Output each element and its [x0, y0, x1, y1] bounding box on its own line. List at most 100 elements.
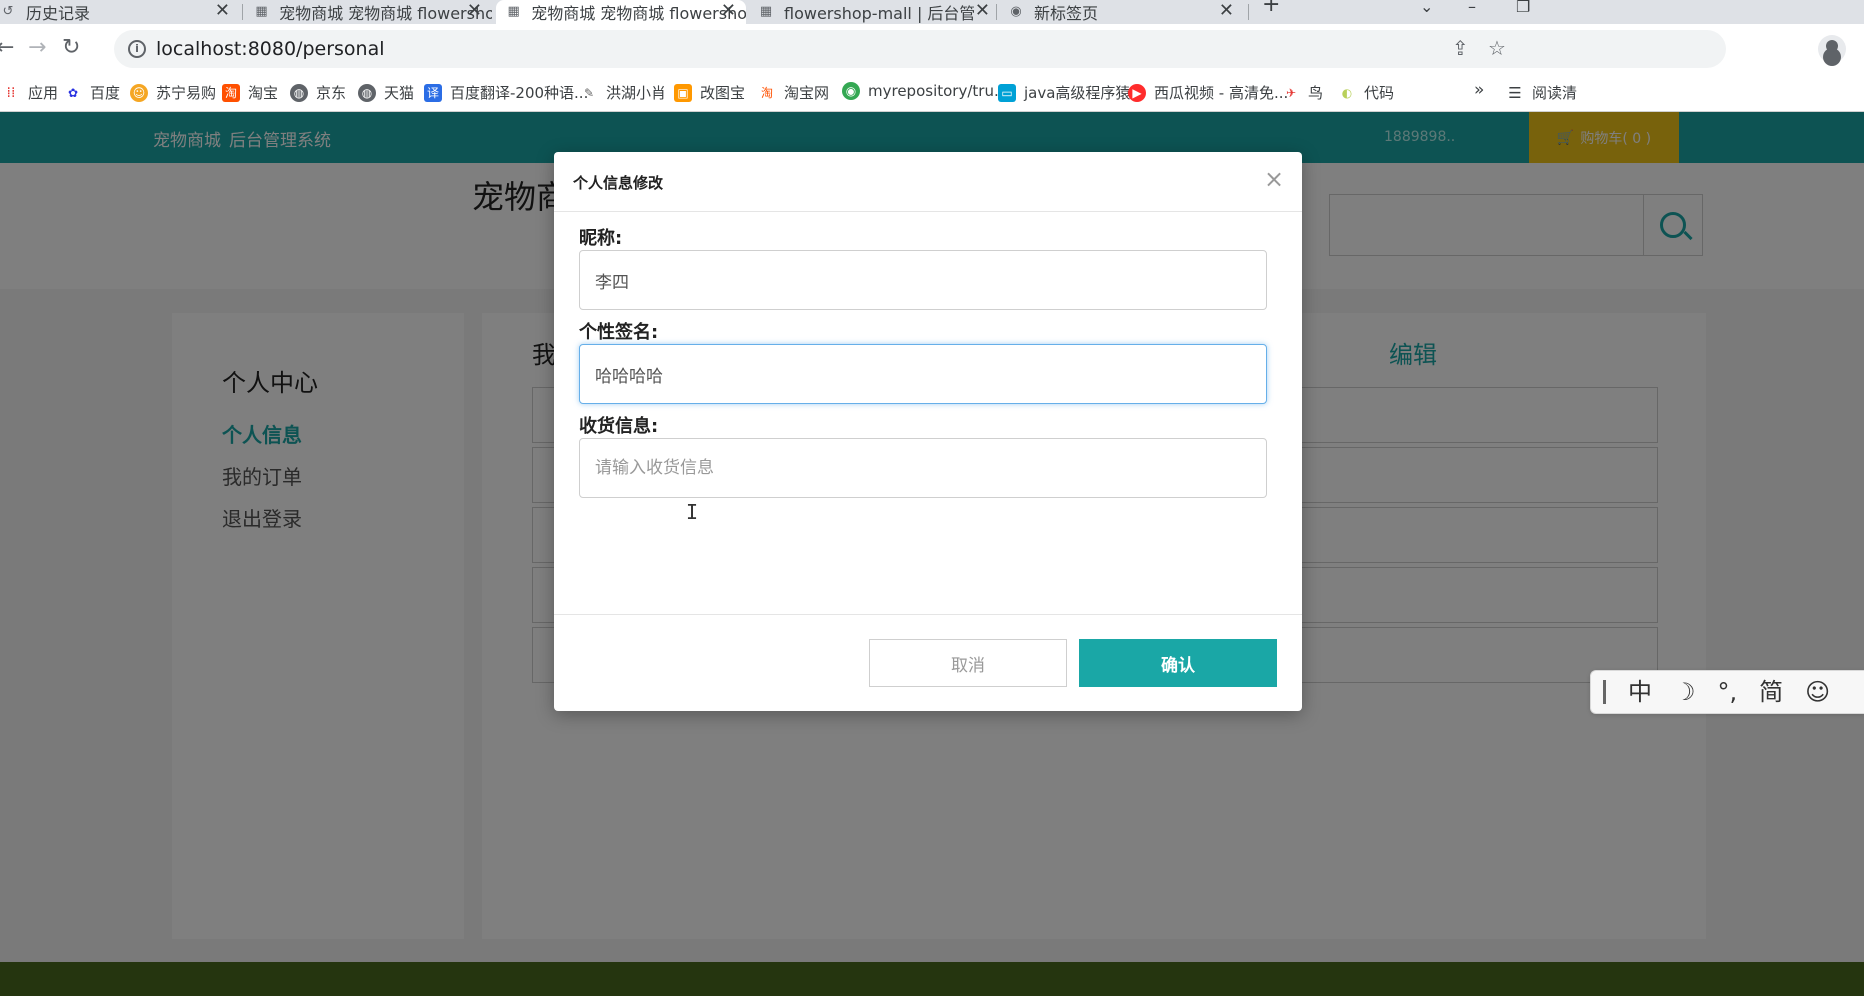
close-icon[interactable]: ×	[1264, 166, 1284, 192]
bookmark-suning[interactable]: ☺ 苏宁易购	[130, 82, 216, 103]
bookmark-taobao-net[interactable]: 淘 淘宝网	[758, 82, 829, 103]
tab-admin[interactable]: ▦ flowershop-mall | 后台管理系统 ✕	[748, 0, 992, 24]
nickname-input[interactable]	[579, 250, 1267, 310]
ime-drag-handle[interactable]	[1603, 680, 1606, 704]
ime-punctuation-icon[interactable]: °,	[1718, 678, 1738, 706]
ime-emoji-icon[interactable]: ☺	[1805, 678, 1830, 706]
bookmark-xigua[interactable]: ▶ 西瓜视频 - 高清免...	[1128, 82, 1288, 103]
forward-icon[interactable]: →	[28, 36, 46, 60]
dialog-title: 个人信息修改	[573, 174, 664, 192]
feather-icon: ✎	[583, 85, 595, 100]
signature-label: 个性签名:	[579, 322, 659, 343]
cancel-button[interactable]: 取消	[869, 639, 1067, 687]
gaitubao-icon: ▣	[674, 83, 692, 102]
edit-profile-dialog: 个人信息修改 × 昵称: 个性签名: 收货信息: 取消 确认	[554, 152, 1302, 711]
confirm-button[interactable]: 确认	[1079, 639, 1277, 687]
reload-icon[interactable]: ↻	[62, 36, 80, 60]
tab-petshop-active[interactable]: ▦ 宠物商城 宠物商城 flowershop ✕	[496, 0, 746, 24]
tab-label: 历史记录	[26, 4, 91, 23]
bookmark-apps[interactable]: ⁞⁞ 应用	[2, 82, 58, 103]
tab-close-icon[interactable]: ✕	[975, 0, 990, 22]
bookmark-gaitubao[interactable]: ▣ 改图宝	[674, 82, 745, 103]
taobao-icon: 淘	[760, 85, 773, 100]
shipping-info-input[interactable]	[579, 438, 1267, 498]
bookmark-label: 百度翻译-200种语...	[450, 84, 589, 102]
ime-toolbar: 中 ☽ °, 简 ☺	[1590, 670, 1864, 714]
bookmark-myrepository[interactable]: ◉ myrepository/tru...	[842, 82, 1008, 100]
bookmark-code[interactable]: ◐ 代码	[1338, 82, 1394, 103]
tab-close-icon[interactable]: ✕	[721, 0, 736, 22]
bookmark-label: java高级程序猿	[1024, 84, 1131, 102]
xigua-icon: ▶	[1128, 83, 1146, 102]
bookmark-label: 鸟	[1308, 84, 1324, 102]
share-icon[interactable]: ⇪	[1452, 37, 1469, 59]
url-bar[interactable]: i localhost:8080/personal	[114, 30, 1726, 68]
tab-label: 宠物商城 宠物商城 flowershop	[279, 4, 492, 23]
browser-tab-bar: ↺ 历史记录 ✕ ▦ 宠物商城 宠物商城 flowershop ✕ ▦ 宠物商城…	[0, 0, 1864, 24]
chrome-icon: ◉	[1010, 4, 1022, 19]
bookmarks-more-button[interactable]: »	[1474, 80, 1484, 100]
taobao-icon: 淘	[222, 83, 240, 102]
reading-list-button[interactable]: ☰ 阅读清	[1506, 82, 1577, 103]
page-icon: ▦	[255, 4, 268, 19]
bookmark-label: 改图宝	[700, 84, 746, 102]
site-info-icon[interactable]: i	[128, 40, 146, 58]
bookmark-bilibili[interactable]: ▭ java高级程序猿	[998, 82, 1130, 103]
globe-icon: ◍	[358, 83, 376, 102]
restore-icon[interactable]: ❐	[1516, 0, 1530, 15]
reading-list-label: 阅读清	[1532, 84, 1578, 102]
tab-history[interactable]: ↺ 历史记录 ✕	[0, 0, 240, 24]
bird-icon: ✈	[1285, 85, 1297, 100]
bilibili-icon: ▭	[998, 83, 1016, 102]
tab-close-icon[interactable]: ✕	[467, 0, 482, 22]
suning-icon: ☺	[130, 83, 148, 102]
bookmark-baidu[interactable]: ✿ 百度	[64, 82, 120, 103]
tab-search-icon[interactable]: ⌄	[1420, 0, 1433, 15]
bookmark-star-icon[interactable]: ☆	[1488, 37, 1506, 59]
bookmark-label: 淘宝网	[784, 84, 830, 102]
page-icon: ▦	[759, 4, 773, 19]
dialog-footer: 取消 确认	[554, 614, 1302, 711]
tab-separator	[996, 4, 997, 20]
code-icon: ◐	[1341, 85, 1353, 100]
baidu-icon: ✿	[67, 85, 79, 100]
tab-label: 新标签页	[1034, 4, 1099, 23]
bookmark-label: 京东	[316, 84, 347, 102]
address-bar-row: ← → ↻ i localhost:8080/personal ⇪ ☆	[0, 24, 1864, 74]
shipping-info-label: 收货信息:	[579, 416, 659, 437]
bookmark-tmall[interactable]: ◍ 天猫	[358, 82, 414, 103]
chrome-icon: ◉	[842, 82, 860, 100]
ime-chinese-mode[interactable]: 中	[1628, 678, 1652, 706]
bookmark-label: 淘宝	[248, 84, 279, 102]
tab-petshop-1[interactable]: ▦ 宠物商城 宠物商城 flowershop ✕	[246, 0, 492, 24]
tab-label: 宠物商城 宠物商城 flowershop	[531, 4, 746, 23]
bookmark-label: 百度	[90, 84, 121, 102]
nickname-label: 昵称:	[579, 228, 623, 249]
ime-moon-icon[interactable]: ☽	[1674, 678, 1696, 706]
bookmark-honghu[interactable]: ✎ 洪湖小肖	[580, 82, 666, 103]
signature-input[interactable]	[579, 344, 1267, 404]
bookmark-bird[interactable]: ✈ 鸟	[1282, 82, 1323, 103]
bookmark-jd[interactable]: ◍ 京东	[290, 82, 346, 103]
history-icon: ↺	[2, 4, 14, 19]
bookmark-label: myrepository/tru...	[868, 82, 1009, 100]
minimize-icon[interactable]: –	[1468, 0, 1476, 15]
bookmark-baidu-translate[interactable]: 译 百度翻译-200种语...	[424, 82, 588, 103]
tab-close-icon[interactable]: ✕	[215, 0, 230, 22]
tab-close-icon[interactable]: ✕	[1219, 0, 1234, 22]
page-icon: ▦	[507, 4, 520, 19]
tab-new-tab[interactable]: ◉ 新标签页 ✕	[1000, 0, 1244, 24]
url-text: localhost:8080/personal	[156, 38, 385, 60]
reading-list-icon: ☰	[1508, 83, 1522, 102]
bookmark-label: 应用	[28, 84, 59, 102]
text-cursor-icon: I	[686, 500, 699, 524]
tab-separator	[242, 4, 243, 20]
new-tab-button[interactable]: +	[1262, 0, 1280, 16]
bookmark-label: 天猫	[384, 84, 415, 102]
ime-simplified-mode[interactable]: 简	[1759, 678, 1783, 706]
bookmark-label: 西瓜视频 - 高清免...	[1154, 84, 1289, 102]
globe-icon: ◍	[290, 83, 308, 102]
bookmark-taobao[interactable]: 淘 淘宝	[222, 82, 278, 103]
back-icon[interactable]: ←	[0, 36, 14, 60]
profile-avatar-icon[interactable]	[1818, 35, 1846, 63]
